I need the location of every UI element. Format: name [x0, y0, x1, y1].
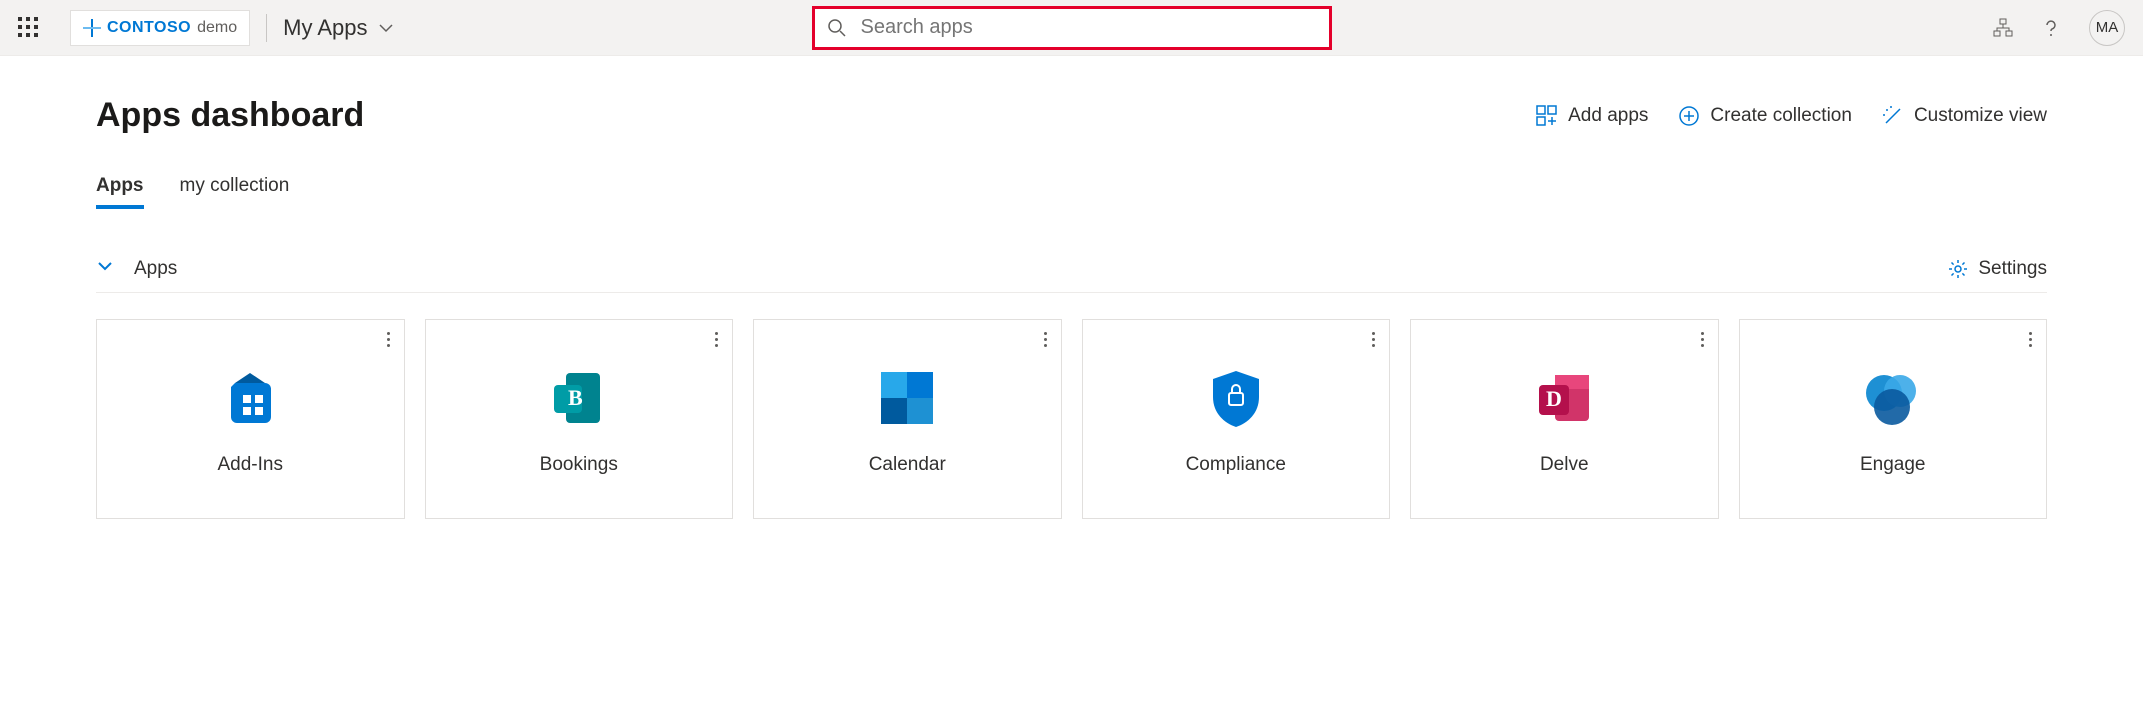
- settings-button[interactable]: Settings: [1948, 258, 2047, 280]
- create-collection-button[interactable]: Create collection: [1678, 105, 1852, 127]
- divider: [266, 14, 267, 42]
- title-row: Apps dashboard Add apps Create collectio…: [96, 96, 2047, 135]
- app-card-bookings[interactable]: B Bookings: [425, 319, 734, 519]
- org-icon[interactable]: [1993, 18, 2013, 38]
- app-label: Calendar: [869, 454, 946, 476]
- chevron-down-icon: [96, 257, 114, 275]
- app-card-delve[interactable]: D Delve: [1410, 319, 1719, 519]
- delve-icon: D: [1528, 362, 1600, 434]
- app-card-engage[interactable]: Engage: [1739, 319, 2048, 519]
- section-title: Apps: [134, 258, 177, 280]
- page-actions: Add apps Create collection Customize vie…: [1536, 105, 2047, 127]
- add-apps-label: Add apps: [1568, 105, 1648, 127]
- add-apps-button[interactable]: Add apps: [1536, 105, 1648, 127]
- more-icon[interactable]: [1372, 332, 1375, 347]
- addins-icon: [214, 362, 286, 434]
- create-collection-label: Create collection: [1710, 105, 1852, 127]
- app-label: Delve: [1540, 454, 1589, 476]
- contoso-logo-icon: [83, 19, 101, 37]
- settings-label: Settings: [1978, 258, 2047, 280]
- help-icon[interactable]: [2041, 18, 2061, 38]
- app-card-calendar[interactable]: Calendar: [753, 319, 1062, 519]
- brand-suffix: demo: [197, 19, 237, 37]
- add-apps-icon: [1536, 105, 1558, 127]
- section-collapse-toggle[interactable]: [96, 257, 114, 280]
- brand-badge: CONTOSO demo: [70, 10, 250, 46]
- compliance-icon: [1200, 362, 1272, 434]
- chevron-down-icon: [378, 20, 394, 36]
- tab-apps[interactable]: Apps: [96, 175, 144, 207]
- search-input[interactable]: [861, 16, 1317, 39]
- customize-view-label: Customize view: [1914, 105, 2047, 127]
- avatar[interactable]: MA: [2089, 10, 2125, 46]
- view-switcher[interactable]: My Apps: [283, 15, 393, 41]
- svg-text:B: B: [568, 385, 583, 410]
- section-header: Apps Settings: [96, 257, 2047, 293]
- app-card-compliance[interactable]: Compliance: [1082, 319, 1391, 519]
- main-content: Apps dashboard Add apps Create collectio…: [0, 56, 2143, 519]
- app-label: Bookings: [540, 454, 618, 476]
- app-label: Add-Ins: [218, 454, 283, 476]
- app-label: Engage: [1860, 454, 1926, 476]
- view-switcher-label: My Apps: [283, 15, 367, 41]
- calendar-icon: [871, 362, 943, 434]
- search-box[interactable]: [812, 6, 1332, 50]
- bookings-icon: B: [543, 362, 615, 434]
- brand-name: CONTOSO: [107, 19, 191, 37]
- customize-view-button[interactable]: Customize view: [1882, 105, 2047, 127]
- engage-icon: [1857, 362, 1929, 434]
- more-icon[interactable]: [1044, 332, 1047, 347]
- app-launcher-icon[interactable]: [18, 17, 40, 39]
- page-title: Apps dashboard: [96, 96, 364, 135]
- app-card-addins[interactable]: Add-Ins: [96, 319, 405, 519]
- header-right: MA: [1993, 10, 2125, 46]
- search-icon: [827, 18, 847, 38]
- app-grid: Add-Ins B Bookings Calendar Compliance: [96, 319, 2047, 519]
- wand-icon: [1882, 105, 1904, 127]
- app-label: Compliance: [1186, 454, 1286, 476]
- header-bar: CONTOSO demo My Apps MA: [0, 0, 2143, 56]
- more-icon[interactable]: [715, 332, 718, 347]
- avatar-initials: MA: [2096, 19, 2119, 36]
- gear-icon: [1948, 259, 1968, 279]
- svg-text:D: D: [1546, 386, 1562, 411]
- plus-circle-icon: [1678, 105, 1700, 127]
- tab-my-collection[interactable]: my collection: [180, 175, 290, 207]
- more-icon[interactable]: [1701, 332, 1704, 347]
- more-icon[interactable]: [387, 332, 390, 347]
- tabs: Apps my collection: [96, 175, 2047, 207]
- more-icon[interactable]: [2029, 332, 2032, 347]
